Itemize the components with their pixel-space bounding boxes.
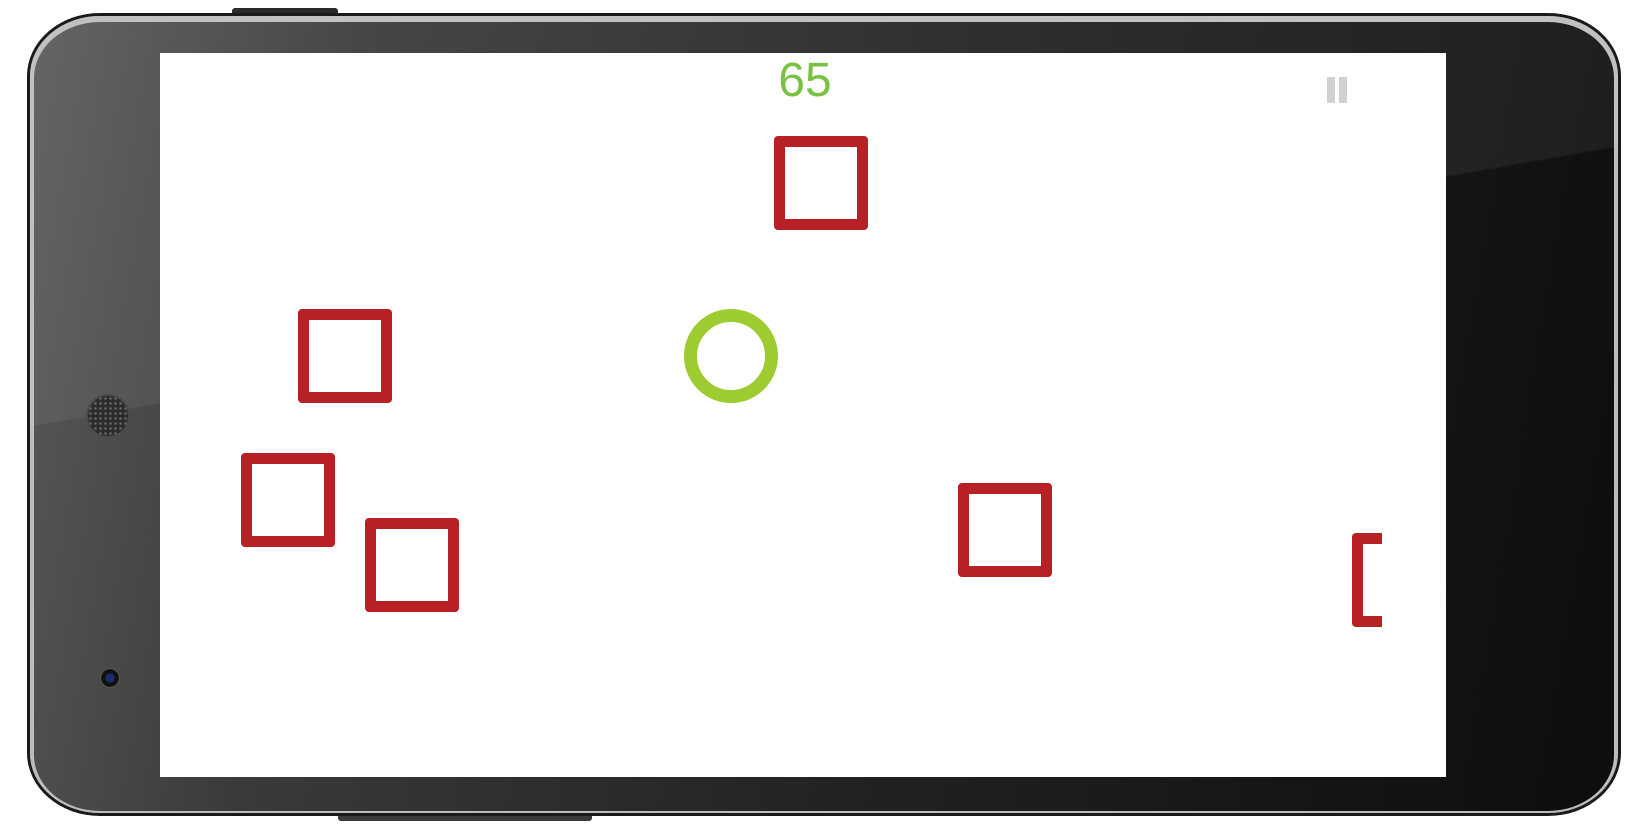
speaker-grille	[88, 396, 128, 436]
device-mockup: 65	[0, 0, 1650, 825]
player-ring[interactable]	[684, 309, 778, 403]
obstacle-block	[958, 483, 1052, 577]
obstacle-block	[774, 136, 868, 230]
screen-edge	[1382, 53, 1446, 777]
game-screen[interactable]: 65	[160, 53, 1446, 777]
pause-button[interactable]	[1324, 75, 1350, 105]
pause-icon	[1327, 77, 1347, 103]
score-counter: 65	[778, 54, 832, 107]
volume-button	[338, 812, 592, 821]
obstacle-block	[298, 309, 392, 403]
obstacle-block	[241, 453, 335, 547]
front-camera	[100, 668, 120, 688]
obstacle-block	[365, 518, 459, 612]
